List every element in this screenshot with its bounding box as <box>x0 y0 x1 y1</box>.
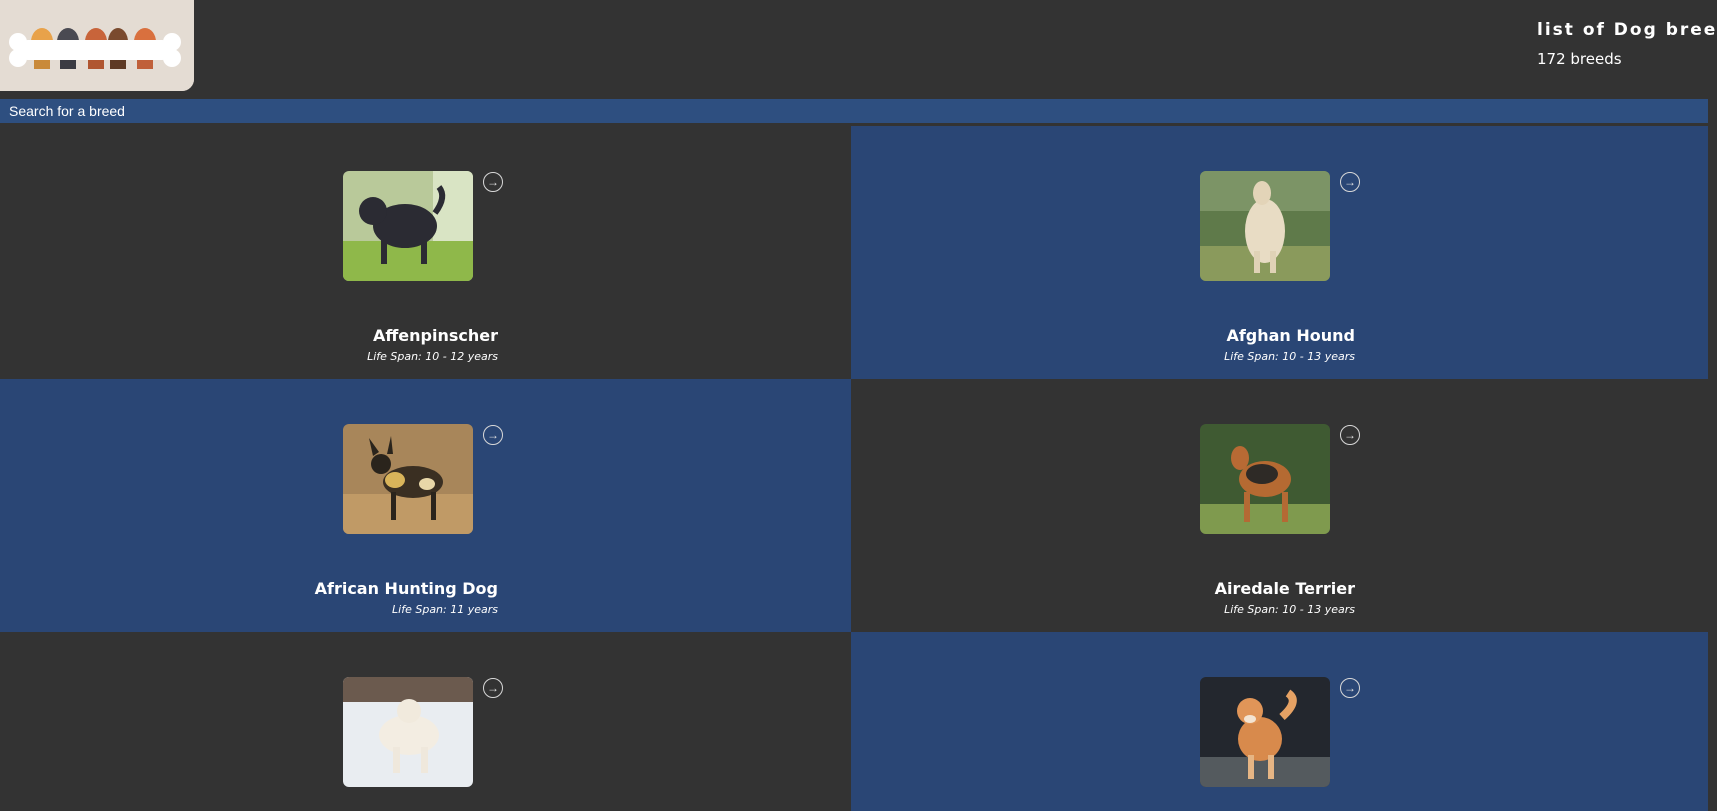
breed-card[interactable]: → Affenpinscher Life Span: 10 - 12 years <box>0 126 851 379</box>
breed-card[interactable]: → Airedale Terrier Life Span: 10 - 13 ye… <box>851 379 1708 632</box>
breed-photo <box>1200 424 1330 534</box>
breed-card[interactable]: → African Hunting Dog Life Span: 11 year… <box>0 379 851 632</box>
page-title: list of Dog breeds <box>1537 20 1717 40</box>
breed-card[interactable]: → <box>851 632 1708 811</box>
arrow-right-circle-icon[interactable]: → <box>483 425 503 445</box>
breed-card[interactable]: → Afghan Hound Life Span: 10 - 13 years <box>851 126 1708 379</box>
breed-photo <box>343 677 473 787</box>
breed-life-span: Life Span: 11 years <box>392 603 498 616</box>
breed-name: Afghan Hound <box>1226 326 1355 345</box>
arrow-right-circle-icon[interactable]: → <box>483 172 503 192</box>
scrollbar-track[interactable] <box>1708 99 1717 811</box>
breed-name: African Hunting Dog <box>314 579 498 598</box>
breed-life-span: Life Span: 10 - 13 years <box>1224 603 1355 616</box>
arrow-right-circle-icon[interactable]: → <box>1340 678 1360 698</box>
breed-name: Airedale Terrier <box>1214 579 1355 598</box>
breed-photo <box>343 424 473 534</box>
title-block: list of Dog breeds 172 breeds <box>1537 20 1717 68</box>
breed-count: 172 breeds <box>1537 50 1622 68</box>
arrow-right-circle-icon[interactable]: → <box>1340 425 1360 445</box>
breed-name: Affenpinscher <box>372 326 498 345</box>
app-header: list of Dog breeds 172 breeds <box>0 0 1717 99</box>
breed-life-span: Life Span: 10 - 12 years <box>367 350 498 363</box>
breed-photo <box>1200 171 1330 281</box>
breed-photo <box>343 171 473 281</box>
breed-grid: → Affenpinscher Life Span: 10 - 12 years… <box>0 126 1708 811</box>
dogs-with-bone-logo[interactable] <box>0 0 194 91</box>
arrow-right-circle-icon[interactable]: → <box>483 678 503 698</box>
breed-card[interactable]: → <box>0 632 851 811</box>
breed-photo <box>1200 677 1330 787</box>
search-input[interactable] <box>0 99 1708 123</box>
arrow-right-circle-icon[interactable]: → <box>1340 172 1360 192</box>
breed-life-span: Life Span: 10 - 13 years <box>1224 350 1355 363</box>
